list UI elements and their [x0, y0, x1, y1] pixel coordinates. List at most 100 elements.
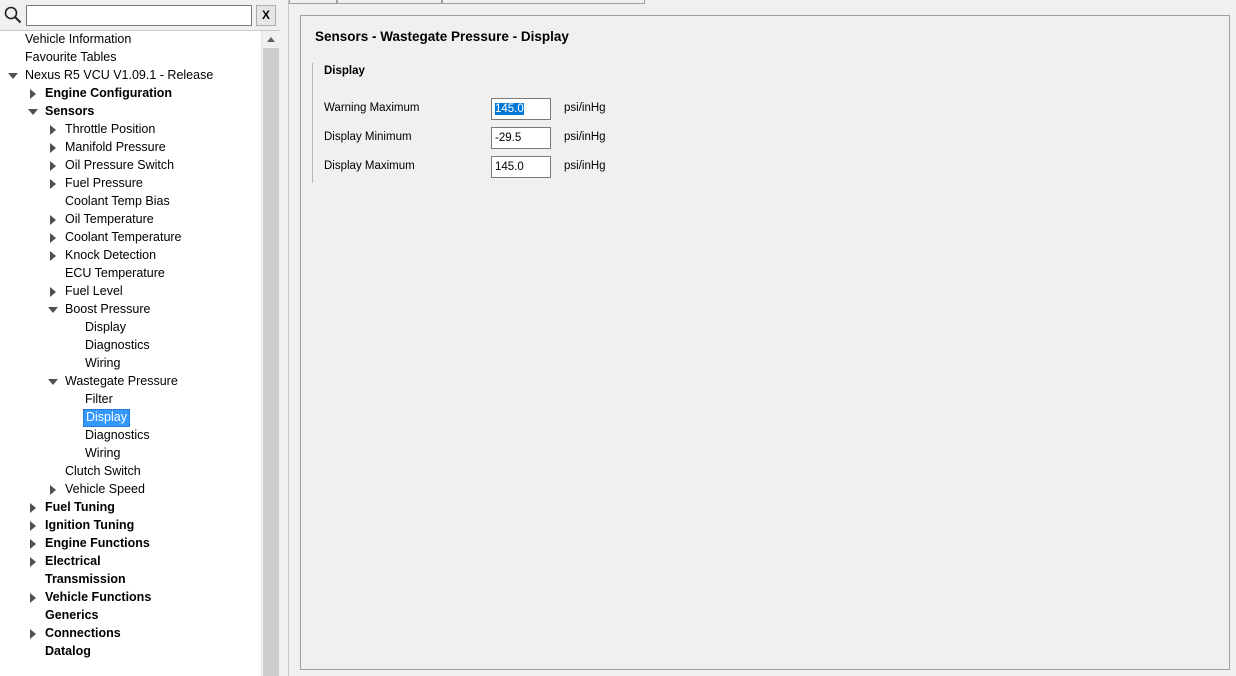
- tab-3[interactable]: [442, 0, 645, 4]
- chevron-right-icon: [50, 287, 56, 297]
- scroll-up-button[interactable]: [262, 31, 280, 48]
- tree-item-label: Transmission: [45, 572, 126, 586]
- group-divider: [312, 63, 313, 183]
- tree-item[interactable]: Diagnostics: [0, 337, 261, 355]
- chevron-right-icon: [30, 629, 36, 639]
- expand-right-icon[interactable]: [48, 229, 58, 247]
- tree-item[interactable]: Wiring: [0, 445, 261, 463]
- tree-item-label: Fuel Pressure: [65, 176, 143, 190]
- tree-item[interactable]: Connections: [0, 625, 261, 643]
- field-unit: psi/inHg: [564, 102, 606, 114]
- clear-search-button[interactable]: X: [256, 5, 276, 26]
- expand-right-icon[interactable]: [28, 625, 38, 643]
- search-input[interactable]: [26, 5, 252, 26]
- tree-item[interactable]: Coolant Temp Bias: [0, 193, 261, 211]
- display-maximum-input[interactable]: 145.0: [491, 156, 551, 178]
- field-display-maximum: Display Maximum 145.0 psi/inHg: [324, 156, 644, 178]
- page-title: Sensors - Wastegate Pressure - Display: [315, 29, 569, 44]
- group-title: Display: [324, 65, 365, 77]
- tree-item[interactable]: Vehicle Information: [0, 31, 261, 49]
- chevron-down-icon: [48, 307, 58, 313]
- tree-item[interactable]: Ignition Tuning: [0, 517, 261, 535]
- expand-right-icon[interactable]: [28, 517, 38, 535]
- chevron-down-icon: [8, 73, 18, 79]
- tree-item[interactable]: Fuel Pressure: [0, 175, 261, 193]
- tree-item-label: Connections: [45, 626, 121, 640]
- tree-item[interactable]: Fuel Level: [0, 283, 261, 301]
- tree-item[interactable]: Throttle Position: [0, 121, 261, 139]
- tree-item[interactable]: Electrical: [0, 553, 261, 571]
- tree-item[interactable]: Oil Temperature: [0, 211, 261, 229]
- expand-right-icon[interactable]: [48, 247, 58, 265]
- chevron-down-icon: [28, 109, 38, 115]
- tree-item-label: Oil Temperature: [65, 212, 154, 226]
- field-label: Display Maximum: [324, 160, 415, 172]
- tree-item[interactable]: Manifold Pressure: [0, 139, 261, 157]
- tab-strip: [289, 0, 1236, 6]
- settings-tree: Vehicle Information Favourite Tables Nexus…: [0, 31, 261, 676]
- tree-item[interactable]: Filter: [0, 391, 261, 409]
- tree-item-label: Engine Functions: [45, 536, 150, 550]
- tree-item[interactable]: Boost Pressure: [0, 301, 261, 319]
- expand-right-icon[interactable]: [48, 211, 58, 229]
- tree-item[interactable]: Wastegate Pressure: [0, 373, 261, 391]
- tree-item[interactable]: Engine Configuration: [0, 85, 261, 103]
- tree-item[interactable]: ECU Temperature: [0, 265, 261, 283]
- panel-splitter[interactable]: [280, 0, 289, 676]
- expand-right-icon[interactable]: [28, 535, 38, 553]
- expand-right-icon[interactable]: [28, 553, 38, 571]
- expand-right-icon[interactable]: [28, 589, 38, 607]
- tree-item[interactable]: Transmission: [0, 571, 261, 589]
- expand-right-icon[interactable]: [28, 499, 38, 517]
- tree-item-label: Vehicle Functions: [45, 590, 152, 604]
- tree-item[interactable]: Knock Detection: [0, 247, 261, 265]
- expand-right-icon[interactable]: [48, 121, 58, 139]
- field-unit: psi/inHg: [564, 131, 606, 143]
- settings-content: Sensors - Wastegate Pressure - Display D…: [300, 15, 1230, 670]
- chevron-right-icon: [50, 215, 56, 225]
- tree-item[interactable]: Display: [0, 319, 261, 337]
- tree-item[interactable]: Sensors: [0, 103, 261, 121]
- display-minimum-input[interactable]: -29.5: [491, 127, 551, 149]
- field-value: -29.5: [495, 132, 522, 144]
- tree-item-label: Vehicle Speed: [65, 482, 145, 496]
- chevron-right-icon: [30, 503, 36, 513]
- search-icon[interactable]: [4, 6, 22, 24]
- tree-item[interactable]: Display: [0, 409, 261, 427]
- tree-item-label: Nexus R5 VCU V1.09.1 - Release: [25, 68, 214, 82]
- expand-right-icon[interactable]: [48, 157, 58, 175]
- expand-down-icon[interactable]: [48, 373, 58, 391]
- tree-item[interactable]: Engine Functions: [0, 535, 261, 553]
- tree-item-label: Electrical: [45, 554, 101, 568]
- tab-2[interactable]: [337, 0, 442, 4]
- tree-item-label: Ignition Tuning: [45, 518, 135, 532]
- tree-item[interactable]: Generics: [0, 607, 261, 625]
- tree-item[interactable]: Vehicle Speed: [0, 481, 261, 499]
- tree-item[interactable]: Nexus R5 VCU V1.09.1 - Release: [0, 67, 261, 85]
- tree-item[interactable]: Clutch Switch: [0, 463, 261, 481]
- field-display-minimum: Display Minimum -29.5 psi/inHg: [324, 127, 644, 149]
- tree-item[interactable]: Coolant Temperature: [0, 229, 261, 247]
- tree-item[interactable]: Datalog: [0, 643, 261, 661]
- chevron-down-icon: [48, 379, 58, 385]
- warning-maximum-input[interactable]: 145.0: [491, 98, 551, 120]
- tree-item[interactable]: Vehicle Functions: [0, 589, 261, 607]
- expand-down-icon[interactable]: [48, 301, 58, 319]
- tree-item[interactable]: Oil Pressure Switch: [0, 157, 261, 175]
- expand-right-icon[interactable]: [48, 175, 58, 193]
- tree-item[interactable]: Favourite Tables: [0, 49, 261, 67]
- expand-down-icon[interactable]: [28, 103, 38, 121]
- expand-right-icon[interactable]: [48, 139, 58, 157]
- tree-item[interactable]: Fuel Tuning: [0, 499, 261, 517]
- tree-item-label: Knock Detection: [65, 248, 157, 262]
- expand-right-icon[interactable]: [28, 85, 38, 103]
- tree-item[interactable]: Wiring: [0, 355, 261, 373]
- expand-right-icon[interactable]: [48, 283, 58, 301]
- tab-1[interactable]: [289, 0, 337, 4]
- scroll-thumb[interactable]: [263, 48, 279, 676]
- tree-item[interactable]: Diagnostics: [0, 427, 261, 445]
- expand-down-icon[interactable]: [8, 67, 18, 85]
- chevron-right-icon: [30, 557, 36, 567]
- tree-scrollbar[interactable]: [261, 31, 280, 676]
- expand-right-icon[interactable]: [48, 481, 58, 499]
